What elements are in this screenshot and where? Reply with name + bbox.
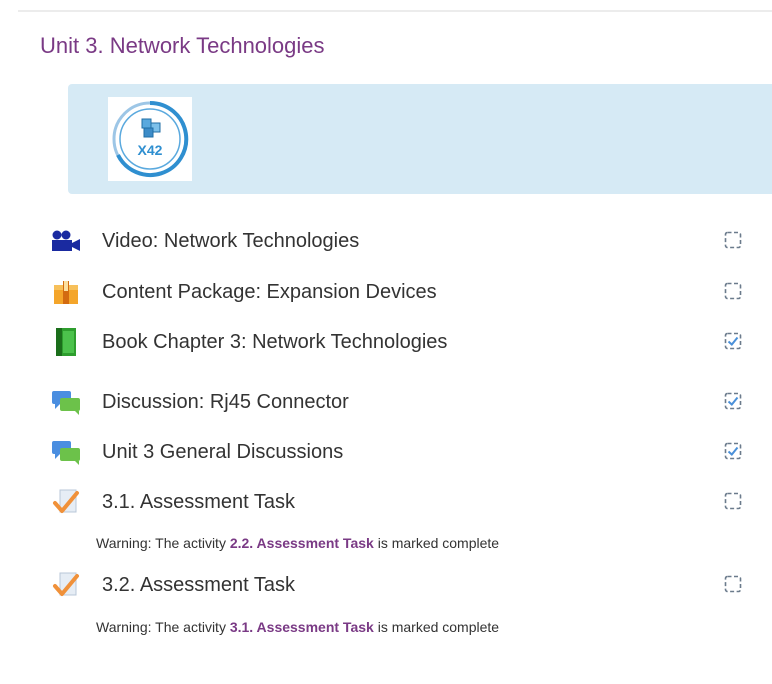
activity-video[interactable]: Video: Network Technologies <box>50 223 750 259</box>
completion-checkbox[interactable] <box>724 575 742 593</box>
assignment-check-icon <box>50 569 82 601</box>
availability-warning: Warning: The activity 2.2. Assessment Ta… <box>96 535 499 551</box>
completion-checkbox[interactable] <box>724 231 742 249</box>
forum-bubbles-icon <box>50 386 82 418</box>
warning-prefix: Warning: The activity <box>96 535 230 551</box>
activity-link[interactable]: Video: Network Technologies <box>102 230 359 253</box>
activity-general-discussions[interactable]: Unit 3 General Discussions <box>50 434 750 470</box>
warning-suffix: is marked complete <box>373 535 500 551</box>
activity-assessment-3-2[interactable]: 3.2. Assessment Task <box>50 567 750 603</box>
availability-warning: Warning: The activity 3.1. Assessment Ta… <box>96 619 499 635</box>
completion-checkbox-checked[interactable] <box>724 332 742 350</box>
warning-prefix: Warning: The activity <box>96 619 230 635</box>
video-camera-icon <box>50 225 82 257</box>
warning-activity-link[interactable]: 3.1. Assessment Task <box>230 619 374 635</box>
activity-link[interactable]: 3.1. Assessment Task <box>102 491 295 514</box>
book-icon <box>50 326 82 358</box>
activity-link[interactable]: 3.2. Assessment Task <box>102 574 295 597</box>
activity-link[interactable]: Discussion: Rj45 Connector <box>102 391 349 414</box>
warning-activity-link[interactable]: 2.2. Assessment Task <box>230 535 374 551</box>
activity-discussion-rj45[interactable]: Discussion: Rj45 Connector <box>50 384 750 420</box>
activity-content-package[interactable]: Content Package: Expansion Devices <box>50 274 750 310</box>
activity-assessment-3-1[interactable]: 3.1. Assessment Task <box>50 484 750 520</box>
completion-checkbox[interactable] <box>724 492 742 510</box>
completion-checkbox-checked[interactable] <box>724 442 742 460</box>
assignment-check-icon <box>50 486 82 518</box>
activity-book[interactable]: Book Chapter 3: Network Technologies <box>50 324 750 360</box>
activity-link[interactable]: Unit 3 General Discussions <box>102 441 343 464</box>
activity-link[interactable]: Book Chapter 3: Network Technologies <box>102 331 447 354</box>
activity-list: Video: Network Technologies Content Pack… <box>0 0 772 684</box>
completion-checkbox-checked[interactable] <box>724 392 742 410</box>
package-box-icon <box>50 276 82 308</box>
warning-suffix: is marked complete <box>373 619 500 635</box>
completion-checkbox[interactable] <box>724 282 742 300</box>
activity-link[interactable]: Content Package: Expansion Devices <box>102 281 437 304</box>
forum-bubbles-icon <box>50 436 82 468</box>
